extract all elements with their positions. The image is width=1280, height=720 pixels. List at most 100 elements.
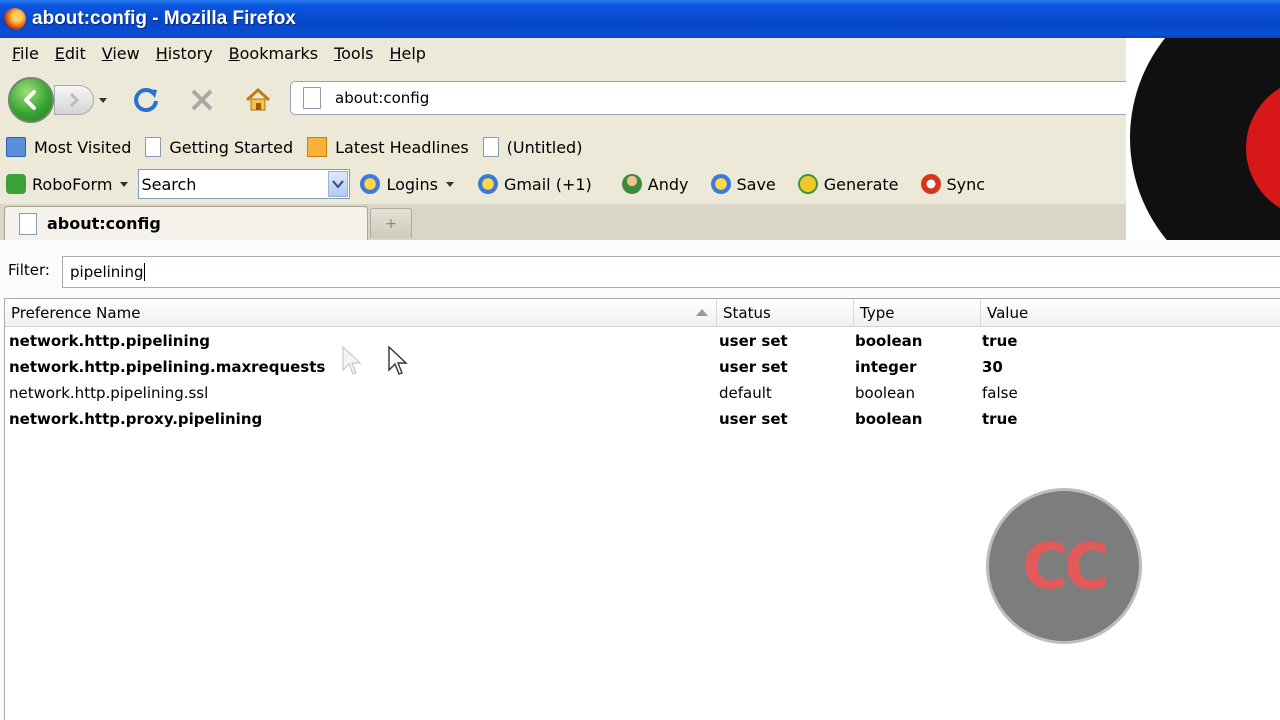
save-icon xyxy=(710,174,731,194)
bookmark-latest-headlines[interactable]: Latest Headlines xyxy=(307,137,469,157)
logins-icon xyxy=(360,174,381,194)
home-icon xyxy=(245,87,271,111)
tab-about-config[interactable]: about:config xyxy=(4,206,368,240)
page-icon xyxy=(482,137,499,157)
roboform-search-field[interactable]: Search xyxy=(138,169,351,199)
menu-bar: File Edit View History Bookmarks Tools H… xyxy=(0,38,1280,68)
table-row[interactable]: network.http.pipelining user set boolean… xyxy=(5,328,1280,354)
url-text[interactable]: about:config xyxy=(335,89,429,107)
search-input[interactable]: Search xyxy=(139,175,328,194)
new-tab-button[interactable]: + xyxy=(370,208,412,238)
theme-artwork xyxy=(1126,38,1280,240)
value-cell: false xyxy=(982,384,1018,402)
type-cell: boolean xyxy=(855,410,923,428)
bookmark-label: Most Visited xyxy=(34,137,132,157)
most-visited-icon xyxy=(6,137,26,157)
bookmark-getting-started[interactable]: Getting Started xyxy=(145,137,293,157)
new-tab-icon: + xyxy=(385,215,397,232)
column-label: Value xyxy=(987,304,1029,322)
type-cell: integer xyxy=(855,358,917,376)
column-header-type[interactable]: Type xyxy=(854,299,981,327)
page-icon xyxy=(303,87,321,109)
ghost-cursor-icon xyxy=(342,346,362,375)
filter-input[interactable]: pipelining xyxy=(62,256,1280,288)
history-dropdown-icon[interactable] xyxy=(96,94,110,106)
home-button[interactable] xyxy=(242,84,274,116)
reload-icon xyxy=(134,88,158,113)
gmail-label: Gmail (+1) xyxy=(503,174,592,194)
sync-icon xyxy=(920,174,941,194)
roboform-icon xyxy=(6,174,26,194)
gmail-passcard-button[interactable]: Gmail (+1) xyxy=(477,174,592,194)
menu-view[interactable]: View xyxy=(94,44,148,63)
search-dropdown-button[interactable] xyxy=(328,171,349,197)
value-cell: 30 xyxy=(982,358,1003,376)
column-label: Status xyxy=(723,304,771,322)
bookmark-most-visited[interactable]: Most Visited xyxy=(6,137,131,157)
forward-arrow-icon xyxy=(69,92,80,108)
back-arrow-icon xyxy=(24,90,36,110)
stop-icon xyxy=(191,89,213,111)
roboform-toolbar: RoboForm Search Logins Gmail (+1) Andy S… xyxy=(0,168,1280,200)
generate-button[interactable]: Generate xyxy=(797,174,899,194)
value-cell: true xyxy=(982,410,1018,428)
stop-button[interactable] xyxy=(186,84,218,116)
tab-label: about:config xyxy=(47,214,161,233)
chevron-down-icon xyxy=(445,182,454,187)
sync-button[interactable]: Sync xyxy=(920,174,986,194)
menu-edit[interactable]: Edit xyxy=(47,44,94,63)
logins-button[interactable]: Logins xyxy=(360,174,456,194)
bookmark-label: Latest Headlines xyxy=(335,137,469,157)
column-header-status[interactable]: Status xyxy=(717,299,854,327)
reload-button[interactable] xyxy=(130,84,162,116)
identity-andy-button[interactable]: Andy xyxy=(621,174,689,194)
cc-badge-text: CC xyxy=(1022,529,1109,603)
text-caret xyxy=(144,263,146,281)
menu-bookmarks[interactable]: Bookmarks xyxy=(221,44,326,63)
bookmarks-toolbar: Most Visited Getting Started Latest Head… xyxy=(0,132,1280,162)
sort-ascending-icon xyxy=(696,309,708,316)
menu-tools[interactable]: Tools xyxy=(326,44,381,63)
roboform-label: RoboForm xyxy=(32,174,113,194)
window-title: about:config - Mozilla Firefox xyxy=(32,8,296,29)
save-button[interactable]: Save xyxy=(710,174,776,194)
generate-label: Generate xyxy=(823,174,899,194)
menu-help[interactable]: Help xyxy=(381,44,433,63)
preference-name-cell: network.http.pipelining.ssl xyxy=(9,384,209,402)
page-icon xyxy=(19,212,37,235)
column-header-preference-name[interactable]: Preference Name xyxy=(5,299,717,327)
table-row[interactable]: network.http.pipelining.maxrequests user… xyxy=(5,354,1280,380)
table-row[interactable]: network.http.proxy.pipelining user set b… xyxy=(5,406,1280,432)
sync-label: Sync xyxy=(946,174,986,194)
firefox-logo-icon xyxy=(4,8,26,30)
table-row[interactable]: network.http.pipelining.ssl default bool… xyxy=(5,380,1280,406)
filter-input-value[interactable]: pipelining xyxy=(70,263,143,281)
forward-button[interactable] xyxy=(54,85,94,115)
preference-name-cell: network.http.proxy.pipelining xyxy=(9,410,263,428)
filter-label: Filter: xyxy=(8,261,50,279)
type-cell: boolean xyxy=(855,332,923,350)
status-cell: user set xyxy=(719,358,788,376)
navigation-toolbar: about:config xyxy=(0,72,1280,124)
bookmark-label: (Untitled) xyxy=(506,137,583,157)
chevron-down-icon xyxy=(332,180,345,189)
menu-file[interactable]: File xyxy=(4,44,47,63)
identity-label: Andy xyxy=(647,174,689,194)
roboform-menu-button[interactable]: RoboForm xyxy=(6,174,130,194)
passcard-icon xyxy=(477,174,498,194)
value-cell: true xyxy=(982,332,1018,350)
identity-icon xyxy=(621,174,642,194)
table-header: Preference Name Status Type Value xyxy=(5,299,1280,327)
bookmark-untitled[interactable]: (Untitled) xyxy=(482,137,583,157)
mouse-cursor-icon xyxy=(388,346,408,375)
browser-chrome: File Edit View History Bookmarks Tools H… xyxy=(0,38,1280,240)
bookmark-label: Getting Started xyxy=(169,137,294,157)
menu-history[interactable]: History xyxy=(148,44,221,63)
rss-icon xyxy=(307,137,328,157)
back-button[interactable] xyxy=(8,77,54,123)
column-header-value[interactable]: Value xyxy=(981,299,1280,327)
filter-row: Filter: pipelining xyxy=(0,248,1280,292)
tab-strip: about:config + xyxy=(0,204,1280,240)
status-cell: user set xyxy=(719,410,788,428)
generate-icon xyxy=(797,174,818,194)
